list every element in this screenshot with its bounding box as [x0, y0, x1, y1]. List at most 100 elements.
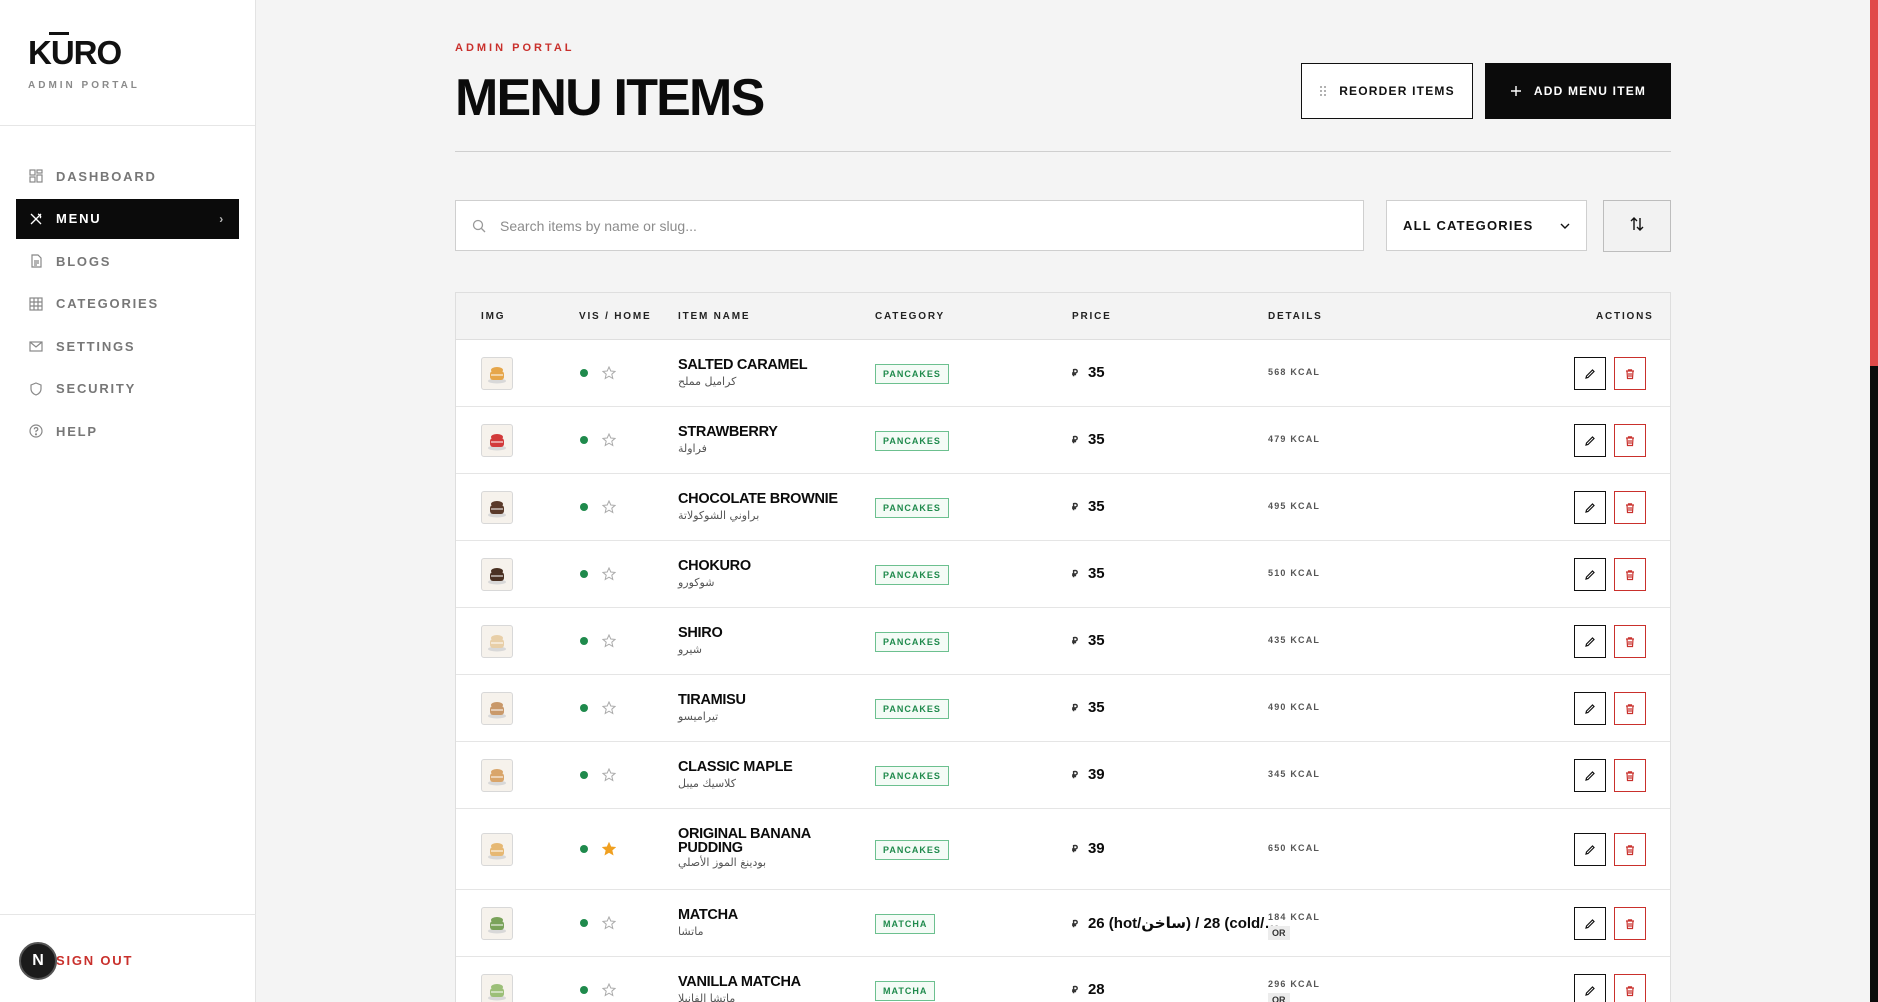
delete-button[interactable]	[1614, 833, 1646, 866]
visibility-toggle[interactable]	[580, 503, 588, 511]
item-thumbnail[interactable]	[481, 974, 513, 1002]
category-filter-select[interactable]: ALL CATEGORIES	[1386, 200, 1587, 251]
currency-icon: ⃁	[1072, 770, 1078, 781]
item-thumbnail[interactable]	[481, 491, 513, 524]
scrollbar-thumb[interactable]	[1870, 366, 1878, 1002]
sidebar-item-blogs[interactable]: BLOGS	[16, 241, 239, 281]
table-row[interactable]: TIRAMISU تيراميسو PANCAKES ⃁ 35 490 KCAL	[456, 675, 1670, 742]
logo[interactable]: KURO	[28, 32, 122, 72]
star-icon[interactable]	[602, 983, 616, 997]
delete-button[interactable]	[1614, 491, 1646, 524]
table-row[interactable]: CLASSIC MAPLE كلاسيك ميبل PANCAKES ⃁ 39 …	[456, 742, 1670, 809]
price-value: 35	[1087, 565, 1105, 582]
avatar[interactable]: N	[19, 942, 57, 980]
item-thumbnail[interactable]	[481, 357, 513, 390]
edit-button[interactable]	[1574, 833, 1606, 866]
item-thumbnail[interactable]	[481, 833, 513, 866]
visibility-toggle[interactable]	[580, 436, 588, 444]
edit-button[interactable]	[1574, 558, 1606, 591]
sidebar-item-security[interactable]: SECURITY	[16, 369, 239, 409]
table-row[interactable]: CHOKURO شوكورو PANCAKES ⃁ 35 510 KCAL	[456, 541, 1670, 608]
delete-button[interactable]	[1614, 759, 1646, 792]
item-name[interactable]: STRAWBERRY	[678, 425, 838, 440]
star-icon[interactable]	[602, 433, 616, 447]
sidebar-item-categories[interactable]: CATEGORIES	[16, 284, 239, 324]
item-name[interactable]: CHOKURO	[678, 559, 838, 574]
sidebar-item-settings[interactable]: SETTINGS	[16, 326, 239, 366]
table-row[interactable]: ORIGINAL BANANA PUDDING بودينغ الموز الأ…	[456, 809, 1670, 890]
sort-button[interactable]	[1603, 200, 1671, 252]
item-name-arabic: كراميل مملح	[678, 375, 737, 388]
edit-button[interactable]	[1574, 357, 1606, 390]
item-name[interactable]: CLASSIC MAPLE	[678, 760, 838, 775]
star-filled-icon[interactable]	[602, 842, 616, 856]
visibility-toggle[interactable]	[580, 369, 588, 377]
item-price: ⃁ 35	[1072, 699, 1105, 716]
sign-out-button[interactable]: SIGN OUT	[56, 953, 133, 968]
item-thumbnail[interactable]	[481, 692, 513, 725]
search-box[interactable]	[455, 200, 1364, 251]
edit-button[interactable]	[1574, 625, 1606, 658]
sidebar-item-dashboard[interactable]: DASHBOARD	[16, 156, 239, 196]
item-name[interactable]: MATCHA	[678, 908, 838, 923]
visibility-toggle[interactable]	[580, 986, 588, 994]
item-name[interactable]: TIRAMISU	[678, 693, 838, 708]
star-icon[interactable]	[602, 701, 616, 715]
item-kcal: 650 KCAL	[1268, 843, 1321, 853]
visibility-toggle[interactable]	[580, 637, 588, 645]
delete-button[interactable]	[1614, 907, 1646, 940]
visibility-toggle[interactable]	[580, 845, 588, 853]
visibility-toggle[interactable]	[580, 704, 588, 712]
star-icon[interactable]	[602, 634, 616, 648]
visibility-toggle[interactable]	[580, 570, 588, 578]
table-row[interactable]: VANILLA MATCHA ماتشا الفانيلا MATCHA ⃁ 2…	[456, 957, 1670, 1002]
item-thumbnail[interactable]	[481, 424, 513, 457]
edit-button[interactable]	[1574, 491, 1606, 524]
price-value: 35	[1087, 431, 1105, 448]
item-thumbnail[interactable]	[481, 759, 513, 792]
edit-button[interactable]	[1574, 759, 1606, 792]
star-icon[interactable]	[602, 500, 616, 514]
item-name[interactable]: SHIRO	[678, 626, 838, 641]
visibility-toggle[interactable]	[580, 919, 588, 927]
sidebar-item-help[interactable]: HELP	[16, 411, 239, 451]
price-value: 35	[1087, 364, 1105, 381]
star-icon[interactable]	[602, 768, 616, 782]
table-row[interactable]: SALTED CARAMEL كراميل مملح PANCAKES ⃁ 35…	[456, 340, 1670, 407]
table-row[interactable]: SHIRO شيرو PANCAKES ⃁ 35 435 KCAL	[456, 608, 1670, 675]
edit-button[interactable]	[1574, 974, 1606, 1002]
edit-button[interactable]	[1574, 907, 1606, 940]
edit-button[interactable]	[1574, 424, 1606, 457]
table-row[interactable]: MATCHA ماتشا MATCHA ⃁ 26 (hot/ساخن) / 28…	[456, 890, 1670, 957]
item-name[interactable]: SALTED CARAMEL	[678, 358, 838, 373]
item-thumbnail[interactable]	[481, 907, 513, 940]
delete-button[interactable]	[1614, 625, 1646, 658]
delete-button[interactable]	[1614, 692, 1646, 725]
star-icon[interactable]	[602, 366, 616, 380]
table-row[interactable]: STRAWBERRY فراولة PANCAKES ⃁ 35 479 KCAL	[456, 407, 1670, 474]
category-badge: MATCHA	[875, 981, 936, 1001]
item-thumbnail[interactable]	[481, 558, 513, 591]
reorder-items-button[interactable]: REORDER ITEMS	[1301, 63, 1473, 119]
item-thumbnail[interactable]	[481, 625, 513, 658]
delete-button[interactable]	[1614, 974, 1646, 1002]
star-icon[interactable]	[602, 567, 616, 581]
table-row[interactable]: CHOCOLATE BROWNIE براوني الشوكولاتة PANC…	[456, 474, 1670, 541]
item-name[interactable]: ORIGINAL BANANA PUDDING	[678, 827, 838, 856]
delete-button[interactable]	[1614, 424, 1646, 457]
edit-button[interactable]	[1574, 692, 1606, 725]
scrollbar[interactable]	[1870, 0, 1878, 1002]
category-badge: PANCAKES	[875, 840, 949, 860]
sidebar-item-label: CATEGORIES	[56, 296, 159, 311]
item-name[interactable]: VANILLA MATCHA	[678, 975, 838, 990]
price-value: 35	[1087, 699, 1105, 716]
delete-button[interactable]	[1614, 357, 1646, 390]
item-price: ⃁ 35	[1072, 565, 1105, 582]
search-input[interactable]	[500, 217, 1300, 234]
add-menu-item-button[interactable]: ADD MENU ITEM	[1485, 63, 1671, 119]
star-icon[interactable]	[602, 916, 616, 930]
item-name[interactable]: CHOCOLATE BROWNIE	[678, 492, 838, 507]
delete-button[interactable]	[1614, 558, 1646, 591]
sidebar-item-menu[interactable]: MENU ›	[16, 198, 239, 239]
visibility-toggle[interactable]	[580, 771, 588, 779]
